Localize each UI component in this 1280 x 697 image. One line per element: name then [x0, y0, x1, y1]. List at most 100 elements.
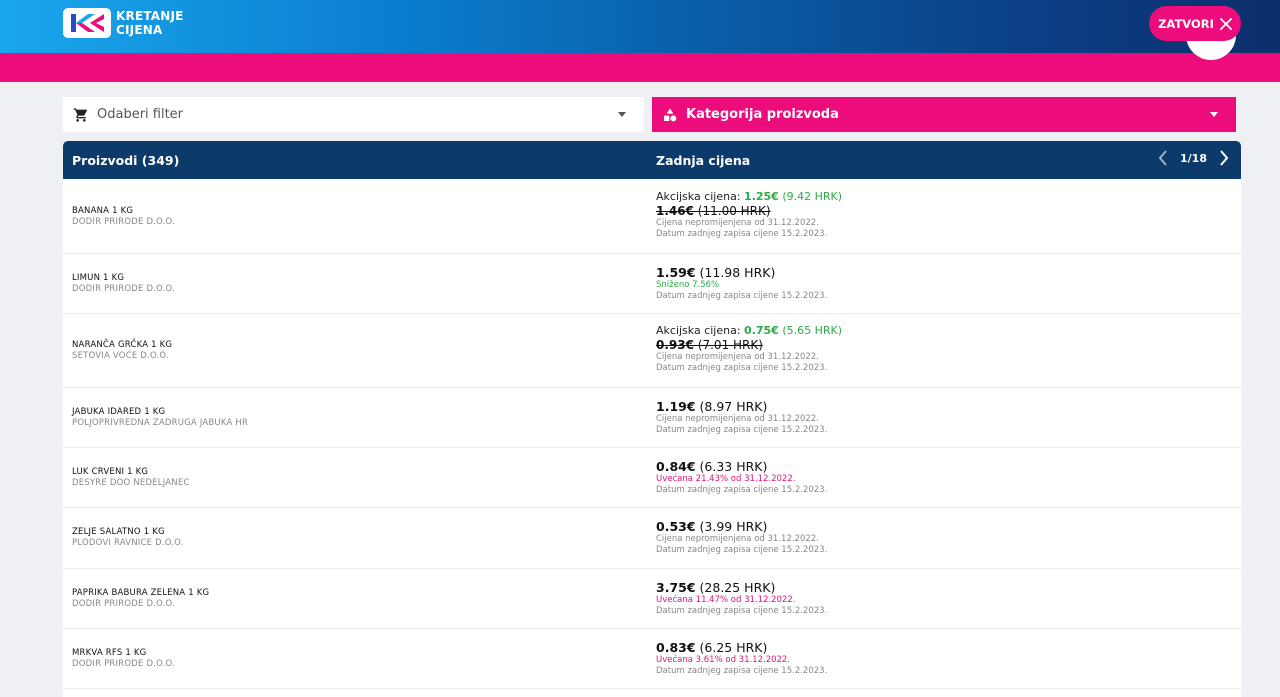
current-price: 0.83€ (6.25 HRK): [656, 640, 827, 655]
table-row[interactable]: ZELJE SALATNO 1 KG PLODOVI RAVNICE D.O.O…: [63, 508, 1241, 569]
brand-line-1: KRETANJE: [116, 9, 184, 23]
price-eur: 0.83€: [656, 640, 696, 655]
old-eur: 1.46€: [656, 204, 694, 218]
price-hrk: (11.98 HRK): [699, 265, 776, 280]
filter-label: Odaberi filter: [97, 107, 184, 122]
old-eur: 0.93€: [656, 338, 694, 352]
price-change: Sniženo 7.56%: [656, 280, 720, 290]
record-date: Datum zadnjeg zapisa cijene 15.2.2023.: [656, 363, 828, 373]
table-row[interactable]: NARANČA GRČKA 1 KG SETOVIA VOĆE D.O.O. A…: [63, 314, 1241, 388]
product-vendor: DODIR PRIRODE D.O.O.: [72, 217, 175, 227]
table-row[interactable]: PAPRIKA BABURA ZELENA 1 KG DODIR PRIRODE…: [63, 569, 1241, 629]
promo-hrk: (9.42 HRK): [782, 190, 843, 203]
price-cell: 1.59€ (11.98 HRK) Sniženo 7.56% Datum za…: [656, 265, 827, 302]
record-date: Datum zadnjeg zapisa cijene 15.2.2023.: [656, 291, 828, 301]
close-label: ZATVORI: [1158, 16, 1214, 31]
prev-page-button[interactable]: [1158, 150, 1168, 166]
promo-hrk: (5.65 HRK): [782, 324, 843, 337]
old-price: 0.93€ (7.01 HRK): [656, 338, 842, 352]
product-vendor: DODIR PRIRODE D.O.O.: [72, 659, 175, 669]
record-date: Datum zadnjeg zapisa cijene 15.2.2023.: [656, 545, 828, 555]
next-page-button[interactable]: [1219, 150, 1229, 166]
price-cell: Akcijska cijena: 0.75€ (5.65 HRK) 0.93€ …: [656, 324, 842, 374]
record-date: Datum zadnjeg zapisa cijene 15.2.2023.: [656, 666, 828, 676]
shapes-icon: [664, 107, 677, 121]
price-cell: 0.84€ (6.33 HRK) Uvećana 21.43% od 31.12…: [656, 459, 827, 496]
price-table: Proizvodi (349) Zadnja cijena 1/18 BANAN…: [63, 141, 1241, 697]
old-hrk: (11.00 HRK): [697, 204, 771, 218]
product-name: ZELJE SALATNO 1 KG: [72, 527, 165, 537]
brand-line-2: CIJENA: [116, 23, 163, 37]
price-note: Cijena nepromijenjena od 31.12.2022.: [656, 218, 819, 228]
product-vendor: DODIR PRIRODE D.O.O.: [72, 284, 175, 294]
price-cell: 1.19€ (8.97 HRK) Cijena nepromijenjena o…: [656, 399, 827, 436]
chevron-down-icon: [1210, 112, 1218, 117]
product-name: LIMUN 1 KG: [72, 273, 125, 283]
current-price: 0.84€ (6.33 HRK): [656, 459, 827, 474]
price-cell: 0.53€ (3.99 HRK) Cijena nepromijenjena o…: [656, 519, 827, 556]
price-eur: 1.59€: [656, 265, 696, 280]
table-row[interactable]: LUK CRVENI 1 KG DESYRE DOO NEDELJANEC 0.…: [63, 448, 1241, 508]
price-change: Uvećana 11.47% od 31.12.2022.: [656, 595, 796, 605]
price-eur: 3.75€: [656, 580, 696, 595]
price-note: Cijena nepromijenjena od 31.12.2022.: [656, 414, 819, 424]
price-hrk: (28.25 HRK): [699, 580, 776, 595]
category-dropdown[interactable]: Kategorija proizvoda: [652, 97, 1236, 132]
old-price: 1.46€ (11.00 HRK): [656, 204, 842, 218]
product-name: MRKVA RFS 1 KG: [72, 648, 147, 658]
price-note: Cijena nepromijenjena od 31.12.2022.: [656, 352, 819, 362]
promo-eur: 1.25€: [744, 190, 779, 203]
top-bar: [0, 0, 1280, 53]
product-vendor: DODIR PRIRODE D.O.O.: [72, 599, 175, 609]
promo-price: Akcijska cijena: 1.25€ (9.42 HRK): [656, 190, 842, 204]
price-eur: 0.84€: [656, 459, 696, 474]
brand-name: KRETANJE CIJENA: [116, 9, 184, 37]
table-row[interactable]: JABUKA IDARED 1 KG POLJOPRIVREDNA ZADRUG…: [63, 388, 1241, 448]
record-date: Datum zadnjeg zapisa cijene 15.2.2023.: [656, 485, 828, 495]
price-note: Cijena nepromijenjena od 31.12.2022.: [656, 534, 819, 544]
current-price: 1.19€ (8.97 HRK): [656, 399, 827, 414]
page-indicator: 1/18: [1180, 151, 1207, 165]
record-date: Datum zadnjeg zapisa cijene 15.2.2023.: [656, 425, 828, 435]
table-row[interactable]: BANANA 1 KG DODIR PRIRODE D.O.O. Akcijsk…: [63, 179, 1241, 254]
pagination: 1/18: [1158, 150, 1229, 166]
price-hrk: (8.97 HRK): [699, 399, 768, 414]
category-label: Kategorija proizvoda: [686, 107, 839, 122]
accent-band: [0, 53, 1280, 82]
brand-logo[interactable]: KRETANJE CIJENA: [63, 8, 184, 38]
close-icon: [1220, 17, 1232, 30]
price-eur: 1.19€: [656, 399, 696, 414]
product-name: NARANČA GRČKA 1 KG: [72, 340, 173, 350]
current-price: 3.75€ (28.25 HRK): [656, 580, 827, 595]
promo-label: Akcijska cijena:: [656, 324, 741, 337]
table-header: Proizvodi (349) Zadnja cijena 1/18: [63, 141, 1241, 179]
price-eur: 0.53€: [656, 519, 696, 534]
promo-eur: 0.75€: [744, 324, 779, 337]
promo-price: Akcijska cijena: 0.75€ (5.65 HRK): [656, 324, 842, 338]
product-vendor: DESYRE DOO NEDELJANEC: [72, 478, 190, 488]
chevron-right-icon: [1220, 150, 1229, 166]
chevron-left-icon: [1158, 150, 1167, 166]
price-hrk: (6.25 HRK): [699, 640, 768, 655]
chevron-down-icon: [618, 112, 626, 117]
price-cell: 0.83€ (6.25 HRK) Uvećana 3.61% od 31.12.…: [656, 640, 827, 677]
price-cell: 3.75€ (28.25 HRK) Uvećana 11.47% od 31.1…: [656, 580, 827, 617]
column-header-products: Proizvodi (349): [72, 153, 180, 168]
logo-icon: [63, 8, 111, 38]
product-vendor: SETOVIA VOĆE D.O.O.: [72, 351, 169, 361]
filter-dropdown[interactable]: Odaberi filter: [63, 97, 644, 132]
current-price: 1.59€ (11.98 HRK): [656, 265, 827, 280]
product-name: LUK CRVENI 1 KG: [72, 467, 149, 477]
current-price: 0.53€ (3.99 HRK): [656, 519, 827, 534]
price-change: Uvećana 3.61% od 31.12.2022.: [656, 655, 791, 665]
column-header-price: Zadnja cijena: [656, 153, 751, 168]
table-row[interactable]: LIMUN 1 KG DODIR PRIRODE D.O.O. 1.59€ (1…: [63, 254, 1241, 314]
old-hrk: (7.01 HRK): [697, 338, 763, 352]
record-date: Datum zadnjeg zapisa cijene 15.2.2023.: [656, 606, 828, 616]
close-button[interactable]: ZATVORI: [1149, 6, 1241, 41]
price-change: Uvećana 21.43% od 31.12.2022.: [656, 474, 796, 484]
price-hrk: (6.33 HRK): [699, 459, 768, 474]
table-row[interactable]: MRKVA RFS 1 KG DODIR PRIRODE D.O.O. 0.83…: [63, 629, 1241, 689]
product-name: BANANA 1 KG: [72, 206, 134, 216]
record-date: Datum zadnjeg zapisa cijene 15.2.2023.: [656, 229, 828, 239]
